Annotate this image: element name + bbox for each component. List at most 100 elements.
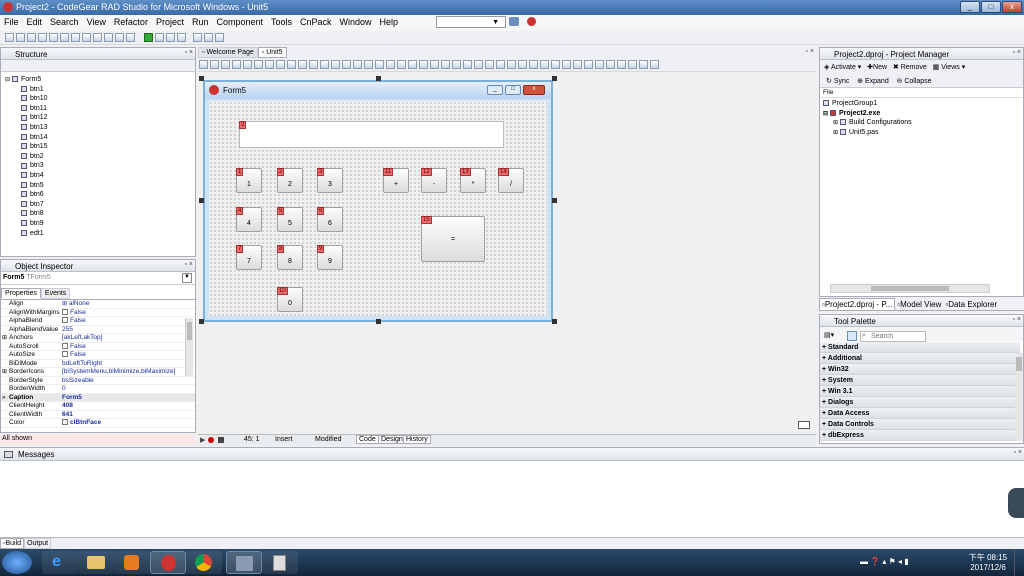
- align-to-grid-icon[interactable]: [364, 60, 373, 69]
- form-preview-icon[interactable]: [798, 421, 810, 429]
- pause-icon[interactable]: [155, 33, 165, 42]
- menu-view[interactable]: View: [83, 15, 110, 29]
- scale-icon[interactable]: [419, 60, 428, 69]
- component-editor-icon[interactable]: [628, 60, 637, 69]
- menu-component[interactable]: Component: [212, 15, 267, 29]
- tree-root[interactable]: ⊟ Form5: [5, 75, 195, 85]
- remove-button[interactable]: ✖ Remove: [893, 64, 927, 71]
- panel-pin-icon[interactable]: ▫ ×: [175, 261, 193, 270]
- tree-item[interactable]: btn8: [5, 209, 195, 219]
- form-client-area[interactable]: 2 11 22 33 44 55 66 77 88 99 10 0 11 + 12-…: [209, 101, 547, 316]
- space-vertical-icon[interactable]: [276, 60, 285, 69]
- calc-button-equals[interactable]: 15 =: [421, 216, 485, 262]
- tab-unit5[interactable]: ▫ Unit5: [257, 47, 287, 58]
- checkbox[interactable]: [62, 317, 68, 324]
- run-icon[interactable]: [144, 33, 154, 42]
- property-row[interactable]: AlphaBlend False: [1, 317, 195, 326]
- property-row[interactable]: BiDiMode bdLeftToRight: [1, 360, 195, 368]
- chrome-icon[interactable]: [186, 551, 222, 574]
- back-icon[interactable]: [193, 33, 203, 42]
- align-left-icon[interactable]: [199, 60, 208, 69]
- menu-project[interactable]: Project: [152, 15, 188, 29]
- property-row[interactable]: AlphaBlendValue 255: [1, 326, 195, 334]
- categories-icon[interactable]: ▤▾: [824, 331, 834, 339]
- property-row[interactable]: AlignWithMargins False: [1, 308, 195, 317]
- start-button[interactable]: [2, 551, 32, 574]
- same-width-icon[interactable]: [309, 60, 318, 69]
- tools-icon[interactable]: [226, 551, 262, 574]
- tray-icons[interactable]: ▬ ❓ ▴ ⚑ ◂ ▮: [860, 557, 920, 567]
- selection-handle[interactable]: [199, 76, 204, 81]
- tree-item[interactable]: btn12: [5, 113, 195, 123]
- calc-button-6[interactable]: 66: [317, 207, 343, 232]
- tree-item[interactable]: btn14: [5, 133, 195, 143]
- editor-close-icon[interactable]: ▫ ×: [796, 48, 814, 57]
- record-macro-icon[interactable]: ▶: [200, 436, 205, 444]
- panel-pin-icon[interactable]: ▫ ×: [1003, 49, 1021, 58]
- selection-handle[interactable]: [552, 76, 557, 81]
- pointer-icon[interactable]: [847, 331, 857, 341]
- checkbox[interactable]: [62, 308, 68, 315]
- tab-order-icon[interactable]: [386, 60, 395, 69]
- toggle-form-unit-icon[interactable]: [126, 33, 135, 42]
- tab-welcome-page[interactable]: ▫ Welcome Page: [198, 47, 258, 58]
- save-icon[interactable]: [27, 33, 36, 42]
- chevron-down-icon[interactable]: ▼: [182, 273, 192, 283]
- palette-scrollbar[interactable]: [1015, 353, 1023, 441]
- palette-category[interactable]: + Data Access: [820, 408, 1020, 419]
- tree-item[interactable]: btn6: [5, 190, 195, 200]
- close-file-icon[interactable]: [71, 33, 80, 42]
- activate-button[interactable]: ◈ Activate ▾: [824, 64, 861, 71]
- property-row[interactable]: BorderWidth 0: [1, 385, 195, 394]
- menu-file[interactable]: File: [0, 15, 23, 29]
- guide-icon[interactable]: [474, 60, 483, 69]
- lock-controls-icon[interactable]: [375, 60, 384, 69]
- menu-tools[interactable]: Tools: [267, 15, 296, 29]
- selection-handle[interactable]: [552, 198, 557, 203]
- revert-icon[interactable]: [518, 60, 527, 69]
- tab-events[interactable]: Events: [40, 288, 71, 299]
- property-row[interactable]: BorderStyle bsSizeable: [1, 377, 195, 385]
- ie-icon[interactable]: e: [42, 551, 78, 574]
- sync-button[interactable]: ↻ Sync: [826, 78, 849, 85]
- calc-button-8[interactable]: 88: [277, 245, 303, 270]
- palette-category[interactable]: + dbExpress: [820, 430, 1020, 441]
- calc-button-5[interactable]: 55: [277, 207, 303, 232]
- save-desktop-icon[interactable]: [509, 17, 519, 26]
- space-horizontal-icon[interactable]: [265, 60, 274, 69]
- pm-tree[interactable]: ProjectGroup1 ⊟ Project2.exe ⊞ Build Con…: [820, 98, 1023, 137]
- menu-cnpack[interactable]: CnPack: [296, 15, 336, 29]
- save-all-icon[interactable]: [38, 33, 47, 42]
- palette-search-input[interactable]: [860, 331, 926, 342]
- calc-button-3[interactable]: 33: [317, 168, 343, 193]
- delete-icon[interactable]: [595, 60, 604, 69]
- add-to-project-icon[interactable]: [82, 33, 91, 42]
- calc-button-9[interactable]: 99: [317, 245, 343, 270]
- paste-icon[interactable]: [584, 60, 593, 69]
- pm-tree-unit[interactable]: ⊞ Unit5.pas: [823, 128, 1023, 138]
- panel-pin-icon[interactable]: ▫ ×: [175, 49, 193, 58]
- creation-order-icon[interactable]: [397, 60, 406, 69]
- property-row[interactable]: ⊞ Anchors [akLeft,akTop]: [1, 334, 195, 343]
- selection-handle[interactable]: [199, 319, 204, 324]
- selection-handle[interactable]: [376, 76, 381, 81]
- side-widget-icon[interactable]: [1008, 488, 1024, 518]
- more-tools-icon[interactable]: [650, 60, 659, 69]
- property-row[interactable]: Align ⊞ alNone: [1, 300, 195, 309]
- view-as-text-icon[interactable]: [507, 60, 516, 69]
- select-all-icon[interactable]: [551, 60, 560, 69]
- stop-icon[interactable]: [218, 437, 224, 443]
- center-horizontal-icon[interactable]: [287, 60, 296, 69]
- palette-category[interactable]: + Win32: [820, 364, 1020, 375]
- rad-studio-icon[interactable]: [150, 551, 186, 574]
- checkbox[interactable]: [62, 342, 68, 349]
- snap-icon[interactable]: [463, 60, 472, 69]
- palette-category[interactable]: + Dialogs: [820, 397, 1020, 408]
- views-button[interactable]: ▦ Views ▾: [933, 64, 966, 71]
- menu-refactor[interactable]: Refactor: [110, 15, 152, 29]
- calc-button-2[interactable]: 22: [277, 168, 303, 193]
- tree-item[interactable]: btn11: [5, 104, 195, 114]
- clock[interactable]: 下午 08:15 2017/12/6: [966, 552, 1010, 572]
- media-player-icon[interactable]: [114, 551, 150, 574]
- calculator-icon[interactable]: [262, 551, 298, 574]
